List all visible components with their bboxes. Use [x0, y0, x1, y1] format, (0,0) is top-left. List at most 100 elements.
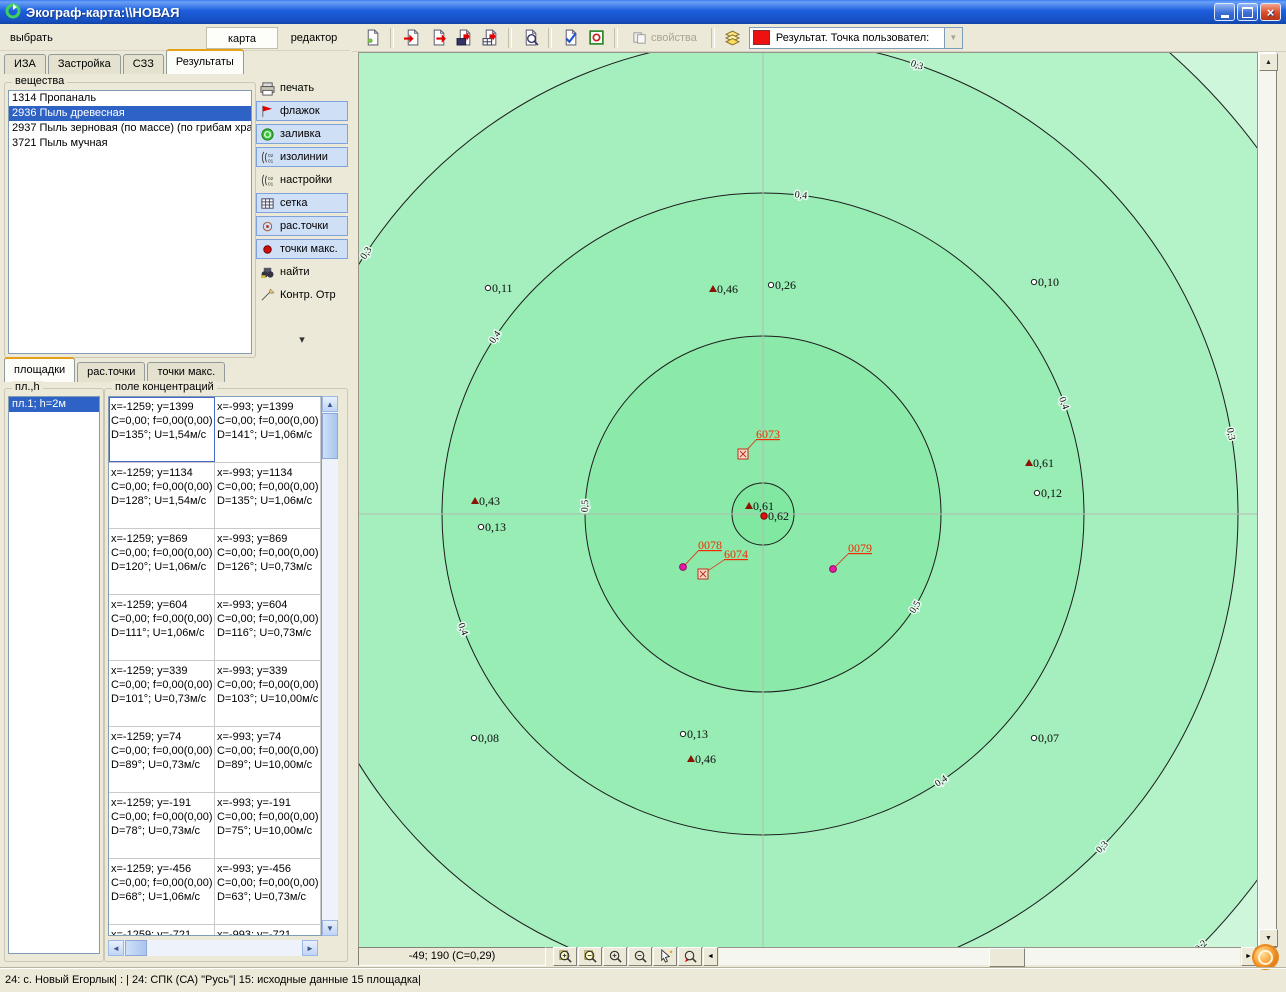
conc-cell[interactable]: x=-1259; y=-721C=0,00; f=0,00(0,00) — [109, 925, 215, 936]
conc-cell[interactable]: x=-993; y=-191C=0,00; f=0,00(0,00)D=75°;… — [215, 793, 321, 858]
tab-рас.точки[interactable]: рас.точки — [77, 362, 145, 382]
table-row: x=-1259; y=-191C=0,00; f=0,00(0,00)D=78°… — [109, 793, 321, 859]
point-value-label: 0,62 — [768, 509, 789, 523]
page-export-button[interactable] — [426, 27, 450, 49]
tool-button-рас.точки[interactable]: рас.точки — [256, 216, 348, 236]
page-grid-button[interactable] — [478, 27, 502, 49]
zoom-fitout-button[interactable] — [578, 947, 602, 966]
plh-item[interactable]: пл.1; h=2м — [9, 397, 99, 412]
map-vscrollbar[interactable]: ▲ ▼ — [1258, 52, 1277, 948]
page-new-button[interactable] — [360, 27, 384, 49]
tool-button-настройки[interactable]: 0201настройки — [256, 170, 348, 190]
svg-text:02: 02 — [268, 153, 274, 158]
result-layer-dropdown[interactable]: Результат. Точка пользовател:▼ — [749, 27, 963, 49]
status-text: 24: с. Новый Егорлык| : | 24: СПК (СА) "… — [5, 974, 421, 986]
layers-icon — [724, 29, 741, 46]
tool-button-Контр. Отр[interactable]: Контр. Отр — [256, 285, 348, 305]
tool-button-точки макс.[interactable]: точки макс. — [256, 239, 348, 259]
conc-table[interactable]: x=-1259; y=1399C=0,00; f=0,00(0,00)D=135… — [108, 396, 322, 936]
tool-button-сетка[interactable]: сетка — [256, 193, 348, 213]
minimize-button[interactable] — [1214, 3, 1235, 21]
page-check-button[interactable] — [558, 27, 582, 49]
conc-cell[interactable]: x=-1259; y=1134C=0,00; f=0,00(0,00)D=128… — [109, 463, 215, 528]
zoom-select-button[interactable] — [653, 947, 677, 966]
conc-cell[interactable]: x=-1259; y=339C=0,00; f=0,00(0,00)D=101°… — [109, 661, 215, 726]
conc-cell[interactable]: x=-1259; y=-191C=0,00; f=0,00(0,00)D=78°… — [109, 793, 215, 858]
status-bar: 24: с. Новый Егорлык| : | 24: СПК (СА) "… — [0, 968, 1286, 992]
map-hscroll-thumb[interactable] — [989, 948, 1025, 967]
conc-vscroll-thumb[interactable] — [322, 413, 338, 459]
plh-list[interactable]: пл.1; h=2м — [8, 396, 100, 954]
find-icon — [260, 265, 275, 280]
conc-vscrollbar[interactable]: ▲ ▼ — [322, 396, 338, 936]
conc-cell[interactable]: x=-993; y=604C=0,00; f=0,00(0,00)D=116°;… — [215, 595, 321, 660]
zoom-buttons — [553, 947, 702, 966]
conc-hscroll-thumb[interactable] — [125, 940, 147, 956]
close-button[interactable]: × — [1260, 3, 1281, 21]
tab-точки макс.[interactable]: точки макс. — [147, 362, 225, 382]
conc-cell[interactable]: x=-1259; y=-456C=0,00; f=0,00(0,00)D=68°… — [109, 859, 215, 924]
zoom-fit-button[interactable] — [553, 947, 577, 966]
user-point-marker — [830, 566, 837, 573]
calcpoint-icon — [260, 219, 275, 234]
conc-cell[interactable]: x=-993; y=1134C=0,00; f=0,00(0,00)D=135°… — [215, 463, 321, 528]
page-preview-button[interactable] — [518, 27, 542, 49]
conc-cell[interactable]: x=-1259; y=1399C=0,00; f=0,00(0,00)D=135… — [109, 397, 215, 462]
substance-item[interactable]: 3721 Пыль мучная — [9, 136, 251, 151]
conc-cell[interactable]: x=-1259; y=869C=0,00; f=0,00(0,00)D=120°… — [109, 529, 215, 594]
toolbar-separator — [548, 28, 552, 48]
map-viewport[interactable]: 0,30,40,40,30,40,30,50,40,50,40,30,20,11… — [358, 52, 1258, 948]
tab-Застройка[interactable]: Застройка — [48, 54, 121, 74]
conc-cell[interactable]: x=-993; y=-721C=0,00; f=0,00(0,00) — [215, 925, 321, 936]
tool-button-заливка[interactable]: заливка — [256, 124, 348, 144]
map-hscroll-left-icon[interactable]: ◄ — [703, 947, 718, 966]
conc-cell[interactable]: x=-1259; y=604C=0,00; f=0,00(0,00)D=111°… — [109, 595, 215, 660]
scroll-right-icon[interactable]: ► — [302, 940, 318, 956]
chevron-down-icon[interactable]: ▼ — [944, 28, 962, 48]
table-row: x=-1259; y=339C=0,00; f=0,00(0,00)D=101°… — [109, 661, 321, 727]
tool-button-печать[interactable]: печать — [256, 78, 348, 98]
target-icon — [1258, 950, 1273, 965]
tab-СЗЗ[interactable]: СЗЗ — [123, 54, 164, 74]
conc-cell[interactable]: x=-993; y=1399C=0,00; f=0,00(0,00)D=141°… — [215, 397, 321, 462]
substance-item[interactable]: 2937 Пыль зерновая (по массе) (по грибам… — [9, 121, 251, 136]
conc-cell[interactable]: x=-1259; y=74C=0,00; f=0,00(0,00)D=89°; … — [109, 727, 215, 792]
tab-Результаты[interactable]: Результаты — [166, 49, 244, 74]
substance-item[interactable]: 2936 Пыль древесная — [9, 106, 251, 121]
page-save-button[interactable] — [452, 27, 476, 49]
tool-button-флажок[interactable]: флажок — [256, 101, 348, 121]
maximize-button[interactable] — [1237, 3, 1258, 21]
zoom-out-button[interactable] — [628, 947, 652, 966]
menu-tab-редактор[interactable]: редактор — [278, 27, 350, 49]
map-scroll-up-icon[interactable]: ▲ — [1259, 53, 1278, 71]
substances-list[interactable]: 1314 Пропаналь2936 Пыль древесная2937 Пы… — [8, 90, 252, 354]
frame-target-button[interactable] — [584, 27, 608, 49]
tab-ИЗА[interactable]: ИЗА — [4, 54, 46, 74]
tool-button-найти[interactable]: найти — [256, 262, 348, 282]
map-hscrollbar[interactable] — [719, 948, 1240, 965]
conc-hscrollbar[interactable]: ◄ ► — [108, 940, 318, 956]
point-value-label: 0,12 — [1041, 486, 1062, 500]
line-icon — [260, 288, 275, 303]
tab-площадки[interactable]: площадки — [4, 357, 75, 382]
substance-item[interactable]: 1314 Пропаналь — [9, 91, 251, 106]
layers-button[interactable] — [721, 27, 745, 49]
conc-cell[interactable]: x=-993; y=339C=0,00; f=0,00(0,00)D=103°;… — [215, 661, 321, 726]
menu-tab-карта[interactable]: карта — [206, 27, 278, 49]
page-import-button[interactable] — [400, 27, 424, 49]
tools-more-button[interactable]: ▾ — [290, 334, 314, 348]
conc-cell[interactable]: x=-993; y=869C=0,00; f=0,00(0,00)D=126°;… — [215, 529, 321, 594]
scroll-down-icon[interactable]: ▼ — [322, 920, 338, 936]
scroll-left-icon[interactable]: ◄ — [108, 940, 124, 956]
zoom-pan-button[interactable] — [678, 947, 702, 966]
conc-cell[interactable]: x=-993; y=-456C=0,00; f=0,00(0,00)D=63°;… — [215, 859, 321, 924]
scroll-up-icon[interactable]: ▲ — [322, 396, 338, 412]
contour-label: 0,5 — [580, 499, 592, 512]
select-menu[interactable]: выбрать — [0, 32, 63, 44]
overview-button[interactable] — [1252, 944, 1279, 970]
conc-cell[interactable]: x=-993; y=74C=0,00; f=0,00(0,00)D=89°; U… — [215, 727, 321, 792]
tool-button-изолинии[interactable]: 0201изолинии — [256, 147, 348, 167]
table-row: x=-1259; y=-721C=0,00; f=0,00(0,00)x=-99… — [109, 925, 321, 936]
zoom-fitout-icon — [583, 949, 598, 964]
zoom-in-button[interactable] — [603, 947, 627, 966]
